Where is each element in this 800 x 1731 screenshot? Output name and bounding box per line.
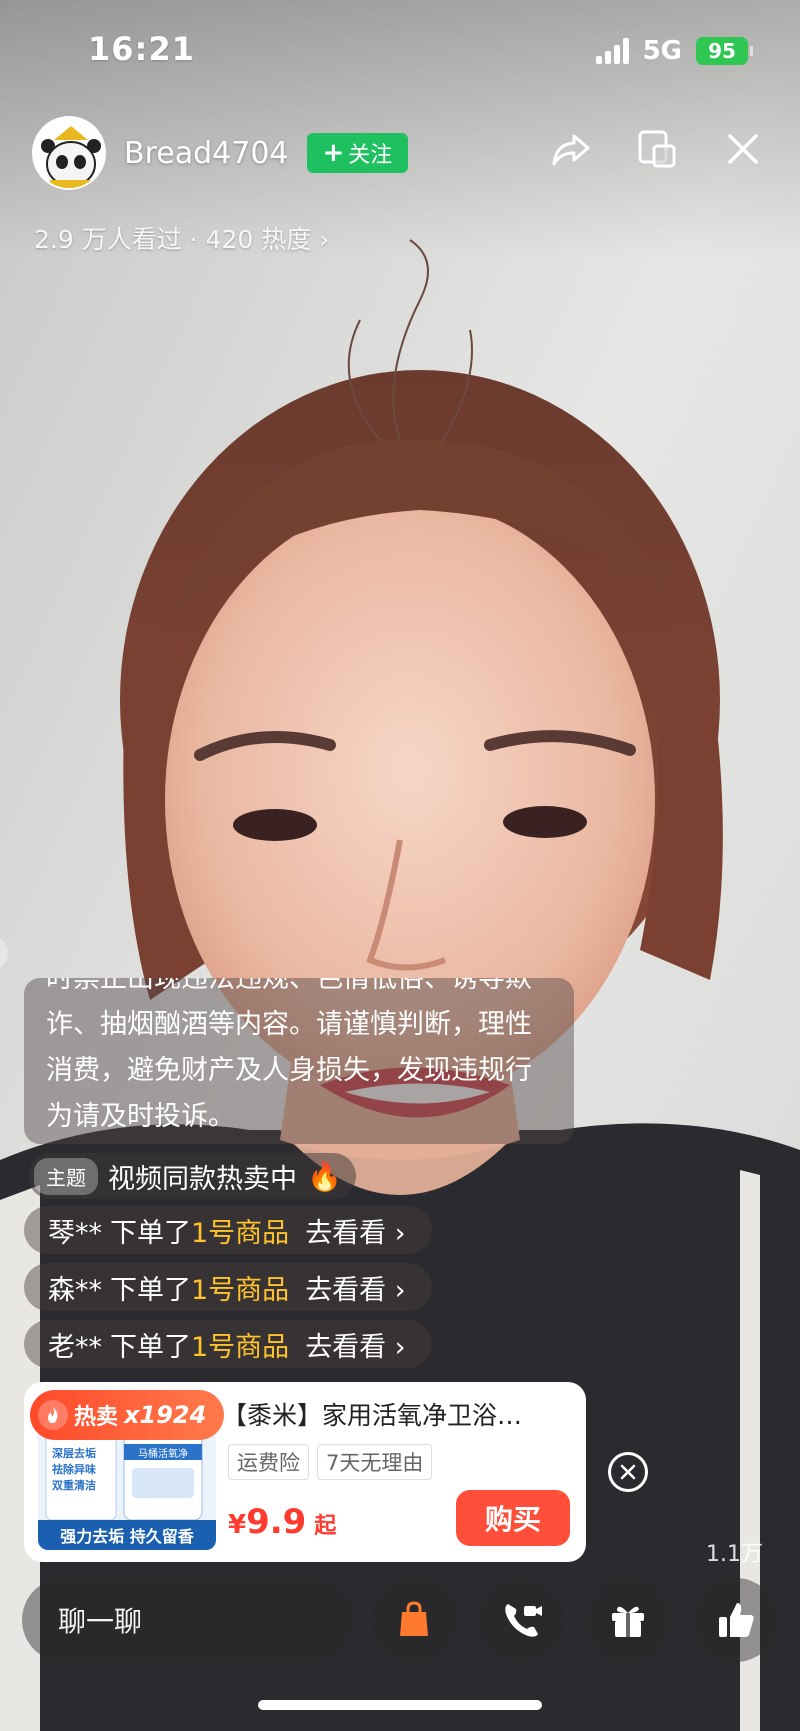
price-value: 9.9 bbox=[246, 1502, 307, 1542]
video-call-icon bbox=[505, 1604, 542, 1637]
battery-icon: 95 bbox=[696, 37, 753, 65]
streamer-info: Bread4704 + 关注 bbox=[32, 116, 409, 190]
shopping-bag-icon bbox=[400, 1601, 428, 1636]
like-count: 1.1万 bbox=[706, 1542, 763, 1567]
order-user: 琴** bbox=[48, 1217, 102, 1249]
product-tag: 7天无理由 bbox=[317, 1444, 433, 1480]
product-image-line: 深层去垢 bbox=[52, 1447, 96, 1460]
order-product: 1号商品 bbox=[191, 1217, 290, 1249]
order-action: 下单了 bbox=[110, 1274, 191, 1306]
home-indicator[interactable] bbox=[258, 1700, 542, 1710]
product-image-brand: 马桶活氧净 bbox=[138, 1449, 188, 1460]
product-slogan: 强力去垢 持久留香 bbox=[38, 1520, 216, 1550]
screen-cast-icon bbox=[638, 130, 676, 168]
status-time: 16:21 bbox=[88, 30, 195, 68]
flame-icon bbox=[38, 1400, 68, 1430]
product-image-line: 双重清洁 bbox=[52, 1479, 96, 1492]
price-suffix: 起 bbox=[314, 1514, 337, 1539]
header-actions bbox=[550, 128, 764, 170]
streamer-name[interactable]: Bread4704 bbox=[124, 136, 289, 171]
like-icon bbox=[719, 1603, 754, 1637]
product-tags: 运费险 7天无理由 bbox=[228, 1444, 433, 1480]
product-title[interactable]: 【黍米】家用活氧净卫浴… bbox=[222, 1396, 567, 1432]
price-currency: ¥ bbox=[228, 1510, 247, 1540]
notice-box: 时禁止出现违法违规、色情低俗、诱导欺诈、抽烟酗酒等内容。请谨慎判断，理性消费，避… bbox=[24, 978, 574, 1144]
notice-text: 时禁止出现违法违规、色情低俗、诱导欺诈、抽烟酗酒等内容。请谨慎判断，理性消费，避… bbox=[46, 978, 532, 1132]
product-card[interactable]: 深层去垢 祛除异味 双重清洁 马桶活氧净 强力去垢 持久留香 热卖 x1924 … bbox=[24, 1382, 586, 1562]
shop-button[interactable] bbox=[372, 1578, 456, 1662]
order-link[interactable]: 去看看 › bbox=[305, 1211, 405, 1250]
battery-level: 95 bbox=[708, 39, 736, 63]
product-image-lines: 深层去垢 祛除异味 双重清洁 bbox=[52, 1446, 96, 1494]
topic-tag: 主题 bbox=[34, 1157, 98, 1195]
order-message[interactable]: 森** 下单了 1号商品 去看看 › bbox=[24, 1263, 432, 1311]
close-icon bbox=[728, 134, 758, 164]
order-user: 老** bbox=[48, 1331, 102, 1363]
cellular-signal-icon bbox=[595, 38, 629, 64]
close-product-card-button[interactable] bbox=[608, 1452, 648, 1492]
network-type: 5G bbox=[642, 36, 682, 66]
product-tag: 运费险 bbox=[228, 1444, 309, 1480]
avatar[interactable] bbox=[32, 116, 106, 190]
hot-sale-badge: 热卖 x1924 bbox=[30, 1390, 225, 1440]
video-call-button[interactable] bbox=[480, 1578, 564, 1662]
follow-label: 关注 bbox=[348, 143, 393, 168]
status-bar: 16:21 5G 95 bbox=[0, 0, 800, 100]
order-product: 1号商品 bbox=[191, 1274, 290, 1306]
gift-icon bbox=[612, 1606, 644, 1637]
order-message[interactable]: 琴** 下单了 1号商品 去看看 › bbox=[24, 1206, 432, 1254]
order-user: 森** bbox=[48, 1274, 102, 1306]
gift-button[interactable] bbox=[586, 1578, 670, 1662]
buy-button[interactable]: 购买 bbox=[456, 1490, 570, 1546]
order-link[interactable]: 去看看 › bbox=[305, 1268, 405, 1307]
order-link[interactable]: 去看看 › bbox=[305, 1325, 405, 1364]
chat-input[interactable]: 聊一聊 bbox=[22, 1578, 352, 1662]
order-action: 下单了 bbox=[110, 1331, 191, 1363]
screen-cast-button[interactable] bbox=[636, 128, 678, 170]
viewer-stats[interactable]: 2.9 万人看过 · 420 热度 › bbox=[34, 220, 329, 256]
share-button[interactable] bbox=[550, 128, 592, 170]
topic-row[interactable]: 主题 视频同款热卖中 🔥 bbox=[28, 1153, 356, 1199]
like-button[interactable] bbox=[694, 1578, 778, 1662]
fire-icon: 🔥 bbox=[307, 1159, 342, 1193]
product-image-line: 祛除异味 bbox=[52, 1463, 96, 1476]
order-message[interactable]: 老** 下单了 1号商品 去看看 › bbox=[24, 1320, 432, 1368]
follow-button[interactable]: + 关注 bbox=[306, 133, 409, 173]
order-action: 下单了 bbox=[110, 1217, 191, 1249]
share-icon bbox=[552, 134, 590, 166]
close-icon bbox=[620, 1464, 636, 1480]
order-product: 1号商品 bbox=[191, 1331, 290, 1363]
plus-icon: + bbox=[322, 138, 345, 168]
topic-text: 视频同款热卖中 bbox=[108, 1163, 297, 1195]
product-price: ¥ 9.9 起 bbox=[228, 1502, 336, 1542]
hot-sale-count: x1924 bbox=[124, 1401, 207, 1429]
hot-label: 热卖 bbox=[74, 1405, 119, 1430]
close-button[interactable] bbox=[722, 128, 764, 170]
status-indicators: 5G 95 bbox=[595, 36, 753, 66]
